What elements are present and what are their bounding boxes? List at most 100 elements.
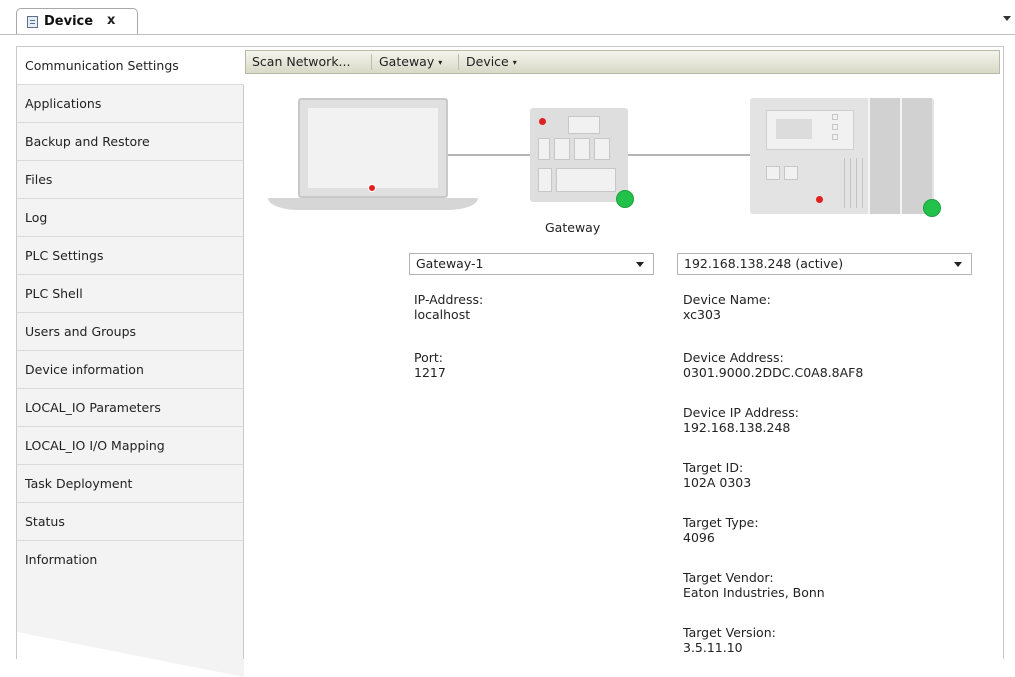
plc-device-icon[interactable] [750, 98, 934, 214]
device-indicator [832, 124, 838, 130]
nav-item-communication-settings[interactable]: Communication Settings [17, 47, 244, 85]
laptop-led [368, 184, 376, 192]
device-indicator [832, 114, 838, 120]
device-display [766, 110, 854, 150]
gateway-label: Gateway [545, 220, 601, 235]
gateway-port [538, 138, 550, 160]
gateway-port [554, 138, 570, 160]
field-value: 102A 0303 [683, 475, 752, 490]
nav-item-task-deployment[interactable]: Task Deployment [17, 465, 244, 503]
nav-item-plc-settings[interactable]: PLC Settings [17, 237, 244, 275]
nav-item-plc-shell[interactable]: PLC Shell [17, 275, 244, 313]
nav-item-files[interactable]: Files [17, 161, 244, 199]
nav-item-users-and-groups[interactable]: Users and Groups [17, 313, 244, 351]
field-value: xc303 [683, 307, 721, 322]
field-label: Device Address: [683, 350, 784, 365]
device-vent [850, 158, 851, 208]
scan-network-button[interactable]: Scan Network... [252, 51, 350, 73]
field-value: 3.5.11.10 [683, 640, 743, 655]
laptop-screen [298, 98, 448, 198]
toolbar-separator [371, 54, 372, 70]
device-select[interactable]: 192.168.138.248 (active) [677, 253, 972, 275]
target-type: Target Type: 4096 [683, 515, 759, 545]
device-vent [856, 158, 857, 208]
device-name: Device Name: xc303 [683, 292, 771, 322]
nav-tail [17, 617, 244, 677]
connection-line [448, 154, 530, 156]
field-label: Device IP Address: [683, 405, 799, 420]
tab-list-dropdown-icon[interactable] [1003, 16, 1011, 21]
field-value: 4096 [683, 530, 715, 545]
tab-device-label: Device [44, 14, 94, 29]
field-value: 0301.9000.2DDC.C0A8.8AF8 [683, 365, 864, 380]
device-indicator [832, 134, 838, 140]
device-menu-button[interactable]: Device ▾ [466, 51, 517, 73]
nav-item-backup-and-restore[interactable]: Backup and Restore [17, 123, 244, 161]
target-version: Target Version: 3.5.11.10 [683, 625, 776, 655]
device-display-inner [776, 119, 812, 139]
device-module [868, 98, 900, 214]
nav-item-local-io-mapping[interactable]: LOCAL_IO I/O Mapping [17, 427, 244, 465]
device-select-value: 192.168.138.248 (active) [684, 256, 844, 271]
field-label: Target Type: [683, 515, 759, 530]
field-label: Target ID: [683, 460, 744, 475]
gateway-status-icon [616, 190, 634, 208]
gateway-menu-arrow-icon: ▾ [438, 58, 443, 67]
gateway-display [568, 116, 600, 134]
gateway-terminal [556, 168, 616, 192]
nav-item-information-label: Information [25, 552, 98, 567]
gateway-menu-button[interactable]: Gateway ▾ [379, 51, 442, 73]
device-status-icon [923, 199, 941, 217]
connection-line [628, 154, 750, 156]
nav-item-local-io-parameters[interactable]: LOCAL_IO Parameters [17, 389, 244, 427]
field-label: Target Vendor: [683, 570, 774, 585]
chevron-down-icon [636, 262, 644, 267]
gateway-select[interactable]: Gateway-1 [409, 253, 654, 275]
field-value: Eaton Industries, Bonn [683, 585, 825, 600]
nav-item-information[interactable]: Information [17, 541, 244, 617]
gateway-port: Port: 1217 [414, 350, 446, 380]
gateway-menu-label: Gateway [379, 54, 435, 69]
comm-toolbar: Scan Network... Gateway ▾ Device ▾ [245, 50, 1000, 74]
gateway-icon[interactable] [530, 108, 628, 202]
field-label: Target Version: [683, 625, 776, 640]
laptop-display [308, 108, 438, 188]
device-led [816, 196, 823, 203]
field-label: Device Name: [683, 292, 771, 307]
target-id: Target ID: 102A 0303 [683, 460, 751, 490]
tab-close-button[interactable]: x [107, 13, 115, 28]
toolbar-separator [458, 54, 459, 70]
device-vent [862, 158, 863, 208]
chevron-down-icon [954, 262, 962, 267]
device-menu-arrow-icon: ▾ [512, 58, 517, 67]
device-button [766, 166, 780, 180]
nav-item-applications[interactable]: Applications [17, 85, 244, 123]
field-value: localhost [414, 307, 471, 322]
target-vendor: Target Vendor: Eaton Industries, Bonn [683, 570, 825, 600]
field-label: Port: [414, 350, 443, 365]
device-icon [27, 16, 38, 28]
gateway-select-value: Gateway-1 [416, 256, 484, 271]
gateway-ip-address: IP-Address: localhost [414, 292, 483, 322]
field-value: 192.168.138.248 [683, 420, 791, 435]
gateway-port [538, 168, 552, 192]
network-topology: Gateway [245, 80, 1000, 240]
nav-item-log[interactable]: Log [17, 199, 244, 237]
device-editor-nav: Communication Settings Applications Back… [17, 47, 244, 677]
field-value: 1217 [414, 365, 446, 380]
laptop-base [268, 198, 478, 210]
device-address: Device Address: 0301.9000.2DDC.C0A8.8AF8 [683, 350, 863, 380]
gateway-led [539, 118, 546, 125]
gateway-port [574, 138, 590, 160]
device-module [900, 98, 932, 214]
gateway-port [594, 138, 610, 160]
tab-device[interactable]: Device x [16, 8, 138, 34]
device-button [784, 166, 798, 180]
device-ip-address: Device IP Address: 192.168.138.248 [683, 405, 799, 435]
device-menu-label: Device [466, 54, 509, 69]
nav-item-device-information[interactable]: Device information [17, 351, 244, 389]
nav-divider [243, 617, 244, 659]
nav-item-status[interactable]: Status [17, 503, 244, 541]
editor-tab-strip: Device x [0, 0, 1015, 35]
field-label: IP-Address: [414, 292, 484, 307]
